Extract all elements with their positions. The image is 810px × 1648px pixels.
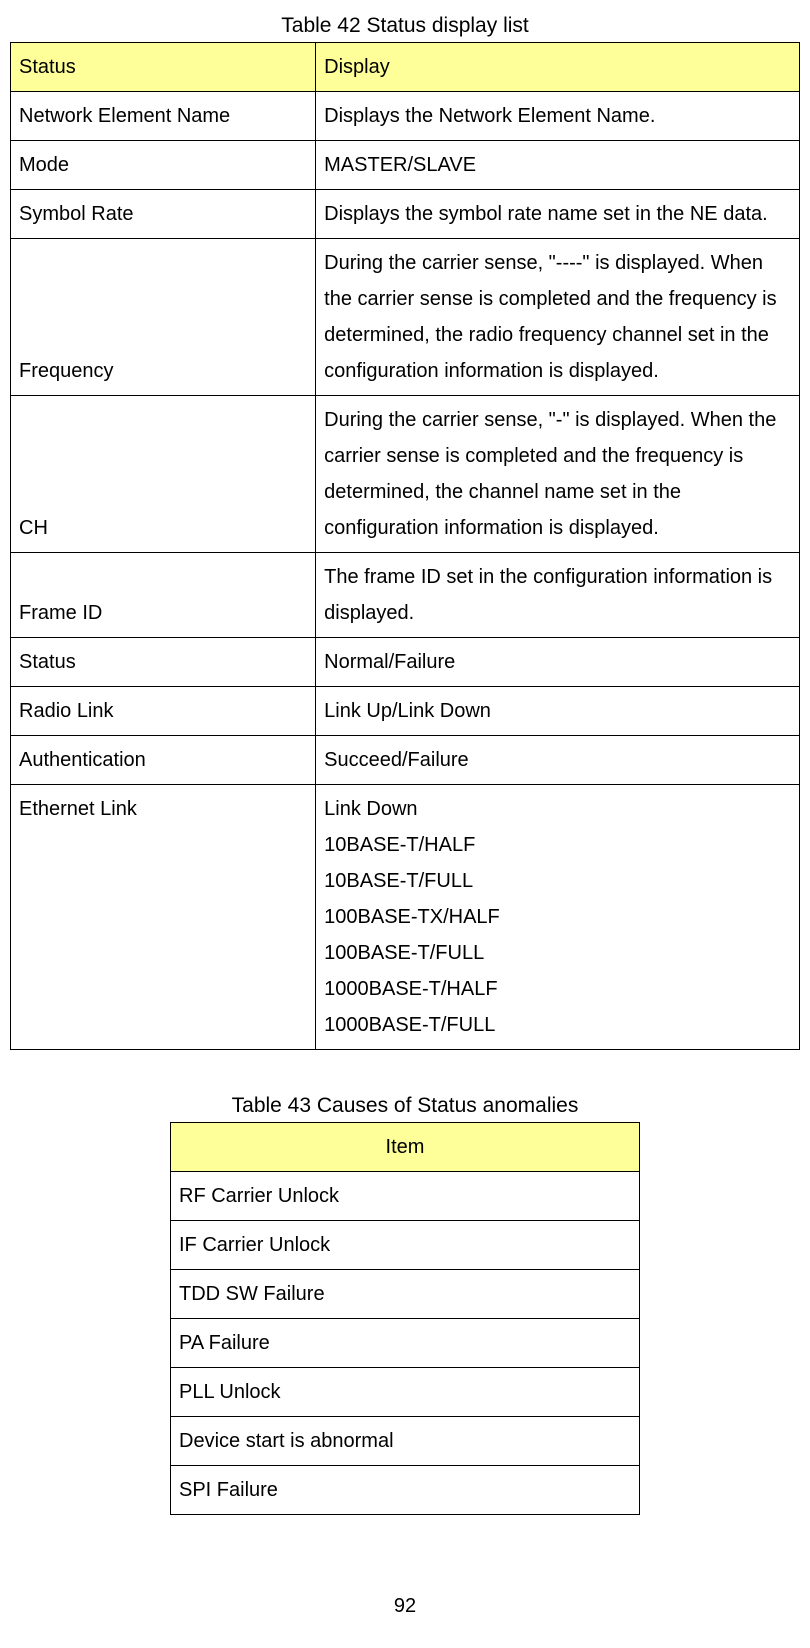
table42-header-status: Status (11, 43, 316, 92)
table-row: Symbol RateDisplays the symbol rate name… (11, 190, 800, 239)
ethernet-link-option: 1000BASE-T/FULL (324, 1007, 791, 1043)
table-row: FrequencyDuring the carrier sense, "----… (11, 239, 800, 396)
table-row: StatusNormal/Failure (11, 638, 800, 687)
table43-item-cell: PA Failure (171, 1319, 640, 1368)
table42-ethernet-status: Ethernet Link (11, 785, 316, 1050)
table-row: TDD SW Failure (171, 1270, 640, 1319)
table-row: IF Carrier Unlock (171, 1221, 640, 1270)
table42-display-cell: During the carrier sense, "-" is display… (316, 396, 800, 553)
ethernet-link-option: 1000BASE-T/HALF (324, 971, 791, 1007)
table43-item-cell: SPI Failure (171, 1466, 640, 1515)
table42-title: Table 42 Status display list (10, 14, 800, 38)
table42-header-display: Display (316, 43, 800, 92)
table42: Status Display Network Element NameDispl… (10, 42, 800, 1050)
table42-display-cell: Link Up/Link Down (316, 687, 800, 736)
table43-header-item: Item (171, 1123, 640, 1172)
table42-status-cell: Symbol Rate (11, 190, 316, 239)
table-row: SPI Failure (171, 1466, 640, 1515)
ethernet-link-option: 10BASE-T/HALF (324, 827, 791, 863)
table42-display-cell: Displays the symbol rate name set in the… (316, 190, 800, 239)
table-row: Frame IDThe frame ID set in the configur… (11, 553, 800, 638)
table42-status-cell: Network Element Name (11, 92, 316, 141)
table43-item-cell: RF Carrier Unlock (171, 1172, 640, 1221)
table-row: AuthenticationSucceed/Failure (11, 736, 800, 785)
table-row: PLL Unlock (171, 1368, 640, 1417)
ethernet-link-option: 10BASE-T/FULL (324, 863, 791, 899)
table42-status-cell: Frequency (11, 239, 316, 396)
table-row: Device start is abnormal (171, 1417, 640, 1466)
ethernet-link-option: Link Down (324, 791, 791, 827)
table43-header-row: Item (171, 1123, 640, 1172)
table-row: ModeMASTER/SLAVE (11, 141, 800, 190)
table42-display-cell: Normal/Failure (316, 638, 800, 687)
table43: Item RF Carrier UnlockIF Carrier UnlockT… (170, 1122, 640, 1515)
table42-status-cell: CH (11, 396, 316, 553)
table-row: RF Carrier Unlock (171, 1172, 640, 1221)
table42-display-cell: The frame ID set in the configuration in… (316, 553, 800, 638)
table43-item-cell: TDD SW Failure (171, 1270, 640, 1319)
page-number: 92 (10, 1595, 800, 1618)
table42-status-cell: Mode (11, 141, 316, 190)
table-row: Network Element NameDisplays the Network… (11, 92, 800, 141)
table42-display-cell: During the carrier sense, "----" is disp… (316, 239, 800, 396)
table42-status-cell: Radio Link (11, 687, 316, 736)
table42-status-cell: Status (11, 638, 316, 687)
table42-display-cell: Succeed/Failure (316, 736, 800, 785)
ethernet-link-option: 100BASE-T/FULL (324, 935, 791, 971)
table43-item-cell: PLL Unlock (171, 1368, 640, 1417)
table43-title: Table 43 Causes of Status anomalies (10, 1094, 800, 1118)
table42-status-cell: Authentication (11, 736, 316, 785)
ethernet-link-option: 100BASE-TX/HALF (324, 899, 791, 935)
table42-header-row: Status Display (11, 43, 800, 92)
table43-item-cell: IF Carrier Unlock (171, 1221, 640, 1270)
table42-display-cell: Displays the Network Element Name. (316, 92, 800, 141)
table-row: Radio LinkLink Up/Link Down (11, 687, 800, 736)
table-row: CHDuring the carrier sense, "-" is displ… (11, 396, 800, 553)
table42-display-cell: MASTER/SLAVE (316, 141, 800, 190)
table42-ethernet-row: Ethernet Link Link Down10BASE-T/HALF10BA… (11, 785, 800, 1050)
table42-ethernet-display: Link Down10BASE-T/HALF10BASE-T/FULL100BA… (316, 785, 800, 1050)
table-row: PA Failure (171, 1319, 640, 1368)
table43-item-cell: Device start is abnormal (171, 1417, 640, 1466)
table42-status-cell: Frame ID (11, 553, 316, 638)
